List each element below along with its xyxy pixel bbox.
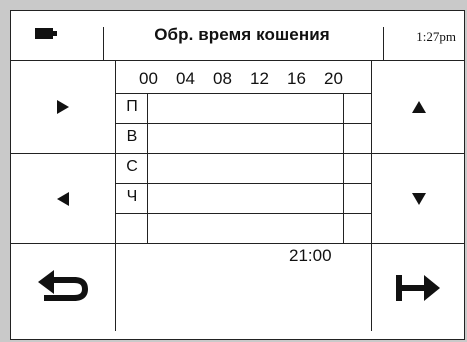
schedule-row[interactable] (148, 214, 343, 243)
schedule-row[interactable] (148, 94, 343, 123)
schedule-row[interactable] (148, 184, 343, 213)
hour-label: 16 (287, 69, 306, 88)
day-label: В (126, 128, 138, 145)
back-icon (38, 269, 88, 301)
arrow-down-icon (412, 192, 426, 205)
arrow-up-icon (412, 101, 426, 113)
hour-label: 04 (176, 69, 195, 88)
divider (115, 60, 116, 331)
divider (383, 27, 384, 60)
top-bar: Обр. время кошения 1:27pm (11, 11, 464, 61)
hour-header: 00 04 08 12 16 20 (139, 69, 361, 89)
play-right-icon (57, 100, 69, 114)
divider (115, 243, 371, 244)
forward-button[interactable] (372, 244, 464, 331)
hour-label: 00 (139, 69, 158, 88)
back-button[interactable] (11, 244, 115, 331)
day-label: С (126, 158, 138, 175)
clock-time: 1:27pm (416, 29, 456, 44)
hour-label: 20 (324, 69, 343, 88)
forward-icon (396, 274, 440, 301)
down-button[interactable] (372, 154, 464, 243)
grid-line (343, 93, 344, 243)
divider (103, 27, 104, 60)
schedule-row[interactable] (148, 154, 343, 183)
schedule-row[interactable] (148, 124, 343, 153)
hour-label: 08 (213, 69, 232, 88)
page-title: Обр. время кошения (154, 25, 330, 44)
arrow-left-icon (57, 191, 69, 206)
day-label: Ч (126, 188, 138, 205)
device-screen: Обр. время кошения 1:27pm 00 04 08 12 16… (10, 10, 465, 340)
day-label: П (126, 98, 138, 115)
next-button[interactable] (11, 61, 115, 153)
up-button[interactable] (372, 61, 464, 153)
battery-icon (35, 28, 59, 39)
hour-label: 12 (250, 69, 269, 88)
prev-button[interactable] (11, 154, 115, 243)
current-time: 21:00 (289, 246, 332, 265)
